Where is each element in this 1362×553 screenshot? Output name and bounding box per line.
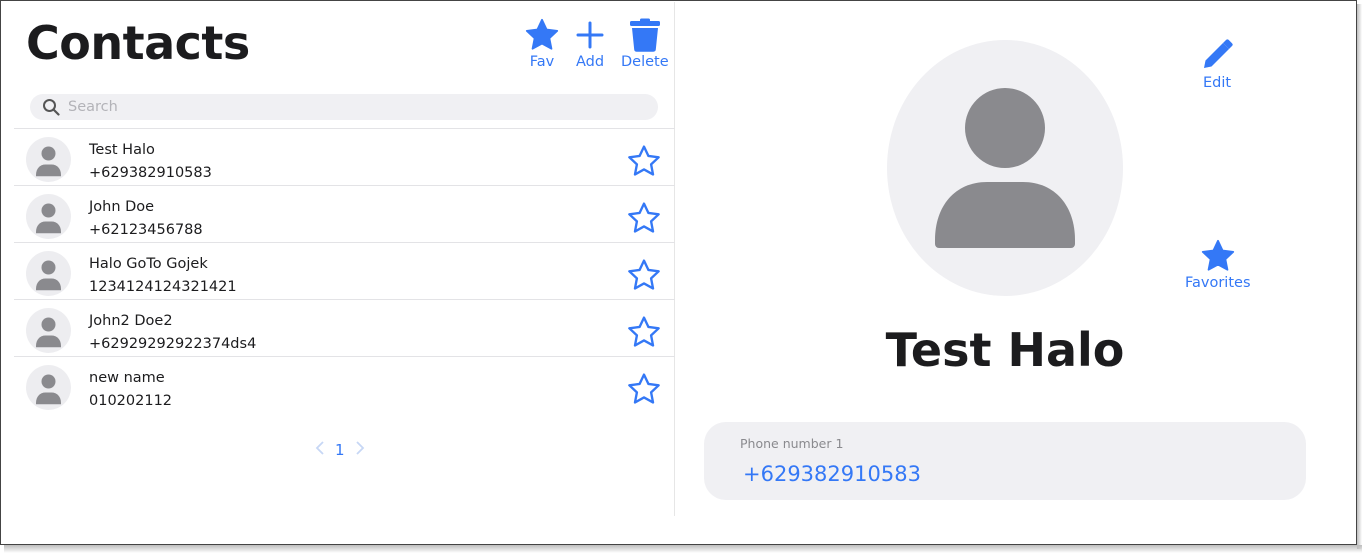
phone-label: Phone number 1 bbox=[740, 436, 844, 451]
avatar bbox=[26, 194, 71, 239]
star-outline-icon[interactable] bbox=[626, 201, 662, 239]
avatar bbox=[26, 137, 71, 182]
phone-number-link[interactable]: +629382910583 bbox=[743, 462, 921, 486]
delete-button-label: Delete bbox=[621, 54, 669, 70]
contact-name-heading: Test Halo bbox=[885, 323, 1125, 377]
contact-phone: +62123456788 bbox=[89, 222, 203, 238]
phone-card: Phone number 1 +629382910583 bbox=[704, 422, 1306, 500]
contact-phone: +629382910583 bbox=[89, 165, 212, 181]
edit-button[interactable]: Edit bbox=[1199, 39, 1235, 91]
delete-button[interactable]: Delete bbox=[621, 18, 669, 70]
star-outline-icon[interactable] bbox=[626, 372, 662, 410]
chevron-right-icon[interactable] bbox=[355, 440, 365, 460]
page-title: Contacts bbox=[26, 16, 250, 70]
contact-list-item[interactable]: John2 Doe2 +62929292922374ds4 bbox=[14, 299, 675, 356]
contact-name: John2 Doe2 bbox=[89, 313, 173, 329]
fav-button-label: Fav bbox=[529, 54, 555, 70]
trash-icon bbox=[629, 18, 660, 52]
favorites-button-label: Favorites bbox=[1185, 275, 1251, 291]
avatar bbox=[26, 365, 71, 410]
contact-phone: +62929292922374ds4 bbox=[89, 336, 257, 352]
contact-list: Test Halo +629382910583 John Doe +621234… bbox=[14, 128, 675, 413]
favorites-button[interactable]: Favorites bbox=[1185, 239, 1251, 291]
avatar bbox=[26, 308, 71, 353]
pagination: 1 bbox=[315, 440, 365, 460]
pencil-icon bbox=[1204, 39, 1233, 68]
star-filled-icon bbox=[525, 18, 559, 50]
avatar bbox=[26, 251, 71, 296]
star-outline-icon[interactable] bbox=[626, 258, 662, 296]
contact-list-item[interactable]: new name 010202112 bbox=[14, 356, 675, 413]
person-icon bbox=[36, 203, 61, 234]
search-icon bbox=[43, 99, 60, 116]
contact-name: Test Halo bbox=[89, 142, 155, 158]
window-shadow bbox=[4, 545, 1362, 553]
plus-icon bbox=[576, 21, 604, 49]
person-icon bbox=[36, 146, 61, 177]
fav-button[interactable]: Fav bbox=[524, 18, 560, 70]
window-shadow bbox=[1357, 4, 1362, 549]
page-number[interactable]: 1 bbox=[335, 441, 345, 459]
contact-name: John Doe bbox=[89, 199, 155, 215]
contact-name: Halo GoTo Gojek bbox=[89, 256, 208, 272]
person-icon bbox=[36, 374, 61, 405]
search-bar bbox=[30, 94, 658, 120]
contact-list-item[interactable]: Halo GoTo Gojek 1234124124321421 bbox=[14, 242, 675, 299]
star-outline-icon[interactable] bbox=[626, 144, 662, 182]
contacts-panel: Contacts Fav Add Delete Search Test Halo… bbox=[2, 2, 675, 516]
contact-name: new name bbox=[89, 370, 165, 386]
star-filled-icon bbox=[1201, 239, 1234, 271]
contact-phone: 1234124124321421 bbox=[89, 279, 237, 295]
person-icon bbox=[935, 88, 1075, 248]
contact-phone: 010202112 bbox=[89, 393, 173, 409]
app-window: Contacts Fav Add Delete Search Test Halo… bbox=[0, 0, 1357, 545]
star-outline-icon[interactable] bbox=[626, 315, 662, 353]
chevron-left-icon[interactable] bbox=[315, 440, 325, 460]
contact-list-item[interactable]: Test Halo +629382910583 bbox=[14, 128, 675, 185]
search-input[interactable] bbox=[68, 99, 628, 115]
person-icon bbox=[36, 317, 61, 348]
add-button-label: Add bbox=[575, 54, 605, 70]
contact-list-item[interactable]: John Doe +62123456788 bbox=[14, 185, 675, 242]
contact-avatar bbox=[887, 40, 1123, 296]
add-button[interactable]: Add bbox=[575, 18, 605, 70]
edit-button-label: Edit bbox=[1202, 75, 1232, 91]
person-icon bbox=[36, 260, 61, 291]
